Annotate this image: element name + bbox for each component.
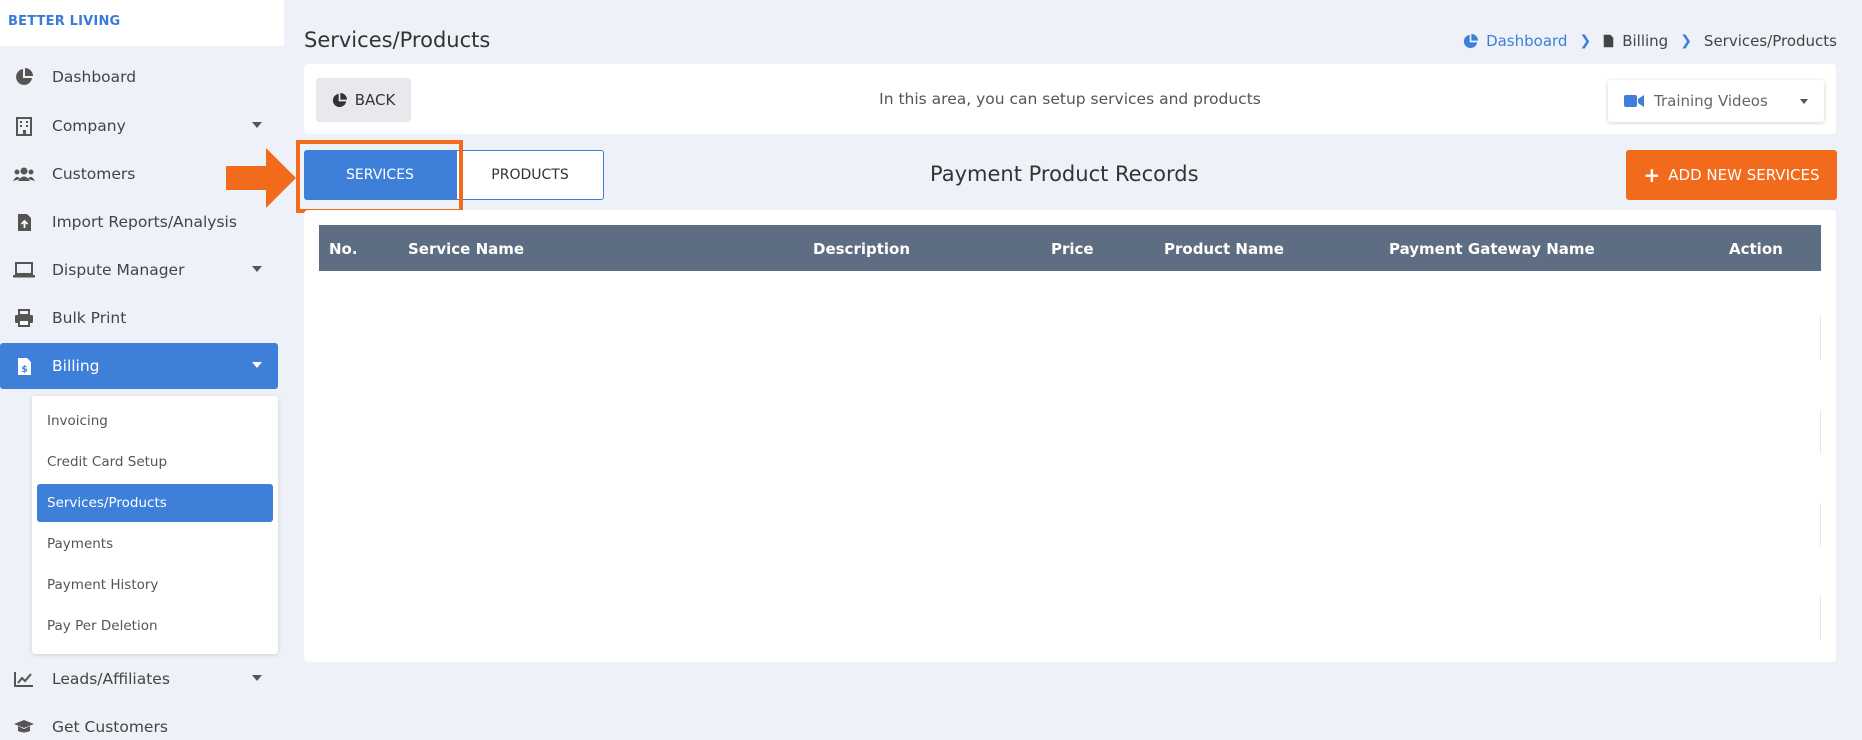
- building-icon: [12, 116, 36, 136]
- file-import-icon: [12, 212, 36, 232]
- submenu-item-payment-history[interactable]: Payment History: [37, 566, 273, 604]
- breadcrumb-dashboard[interactable]: Dashboard: [1486, 32, 1567, 50]
- submenu-item-invoicing[interactable]: Invoicing: [37, 402, 273, 440]
- line-chart-icon: [12, 669, 36, 689]
- tab-products[interactable]: PRODUCTS: [456, 150, 604, 200]
- sidebar-item-company[interactable]: Company: [0, 103, 278, 149]
- brand-logo[interactable]: BETTER LIVING: [0, 0, 284, 46]
- sidebar-item-leads-affiliates[interactable]: Leads/Affiliates: [0, 656, 278, 702]
- page-title: Services/Products: [304, 28, 491, 52]
- chevron-down-icon: [252, 266, 262, 272]
- info-text: In this area, you can setup services and…: [879, 90, 1261, 108]
- graduation-cap-icon: [12, 717, 36, 737]
- sidebar-item-label: Dashboard: [52, 68, 137, 86]
- invoice-dollar-icon: $: [12, 356, 36, 376]
- breadcrumb-current: Services/Products: [1703, 32, 1837, 50]
- chevron-right-icon: ❯: [1579, 33, 1592, 49]
- divider: [1820, 503, 1821, 547]
- column-header-action: Action: [1729, 240, 1783, 258]
- table-header: No. Service Name Description Price Produ…: [319, 225, 1821, 271]
- info-bar: BACK In this area, you can setup service…: [304, 64, 1836, 134]
- laptop-icon: [12, 260, 36, 280]
- sidebar-item-label: Leads/Affiliates: [52, 670, 170, 688]
- svg-text:$: $: [21, 365, 27, 375]
- section-title: Payment Product Records: [930, 162, 1199, 186]
- chevron-down-icon: [252, 122, 262, 128]
- sidebar-item-dispute-manager[interactable]: Dispute Manager: [0, 247, 278, 293]
- sidebar-item-label: Customers: [52, 165, 136, 183]
- chevron-down-icon: [1800, 99, 1808, 104]
- pie-chart-icon: [1463, 33, 1479, 49]
- billing-submenu: Invoicing Credit Card Setup Services/Pro…: [32, 396, 278, 654]
- divider: [1820, 596, 1821, 640]
- sidebar: BETTER LIVING Dashboard Company Customer…: [0, 0, 284, 740]
- training-videos-dropdown[interactable]: Training Videos: [1608, 80, 1824, 122]
- sidebar-item-label: Get Customers: [52, 718, 168, 736]
- training-videos-label: Training Videos: [1654, 92, 1768, 110]
- arrow-right-icon: [226, 148, 296, 208]
- tab-services[interactable]: SERVICES: [304, 150, 456, 200]
- chevron-right-icon: ❯: [1680, 33, 1692, 49]
- submenu-item-services-products[interactable]: Services/Products: [37, 484, 273, 522]
- plus-icon: +: [1643, 163, 1661, 187]
- printer-icon: [12, 308, 36, 328]
- breadcrumb-billing[interactable]: Billing: [1622, 32, 1668, 50]
- sidebar-item-label: Import Reports/Analysis: [52, 213, 237, 231]
- users-icon: [12, 164, 36, 184]
- records-table-card: No. Service Name Description Price Produ…: [304, 210, 1836, 662]
- sidebar-item-bulk-print[interactable]: Bulk Print: [0, 295, 278, 341]
- sidebar-item-get-customers[interactable]: Get Customers: [0, 704, 278, 740]
- column-header-service-name: Service Name: [408, 240, 525, 258]
- add-new-services-button[interactable]: + ADD NEW SERVICES: [1626, 150, 1837, 200]
- sidebar-item-label: Dispute Manager: [52, 261, 185, 279]
- video-camera-icon: [1624, 94, 1644, 108]
- divider: [1820, 316, 1821, 360]
- sidebar-item-label: Bulk Print: [52, 309, 127, 327]
- sidebar-item-label: Company: [52, 117, 126, 135]
- column-header-payment-gateway-name: Payment Gateway Name: [1389, 240, 1595, 258]
- sidebar-item-dashboard[interactable]: Dashboard: [0, 54, 278, 100]
- submenu-item-pay-per-deletion[interactable]: Pay Per Deletion: [37, 607, 273, 645]
- invoice-icon: [1603, 34, 1614, 48]
- column-header-description: Description: [813, 240, 911, 258]
- pie-chart-icon: [12, 67, 36, 87]
- sidebar-item-label: Billing: [52, 357, 100, 375]
- column-header-no: No.: [329, 240, 358, 258]
- add-button-label: ADD NEW SERVICES: [1668, 166, 1820, 184]
- chevron-down-icon: [252, 675, 262, 681]
- submenu-item-credit-card-setup[interactable]: Credit Card Setup: [37, 443, 273, 481]
- submenu-item-payments[interactable]: Payments: [37, 525, 273, 563]
- column-header-price: Price: [1051, 240, 1094, 258]
- divider: [1820, 410, 1821, 454]
- breadcrumb: Dashboard ❯ Billing ❯ Services/Products: [1463, 32, 1837, 50]
- column-header-product-name: Product Name: [1164, 240, 1284, 258]
- chevron-down-icon: [252, 362, 262, 368]
- sidebar-item-billing[interactable]: $ Billing: [0, 343, 278, 389]
